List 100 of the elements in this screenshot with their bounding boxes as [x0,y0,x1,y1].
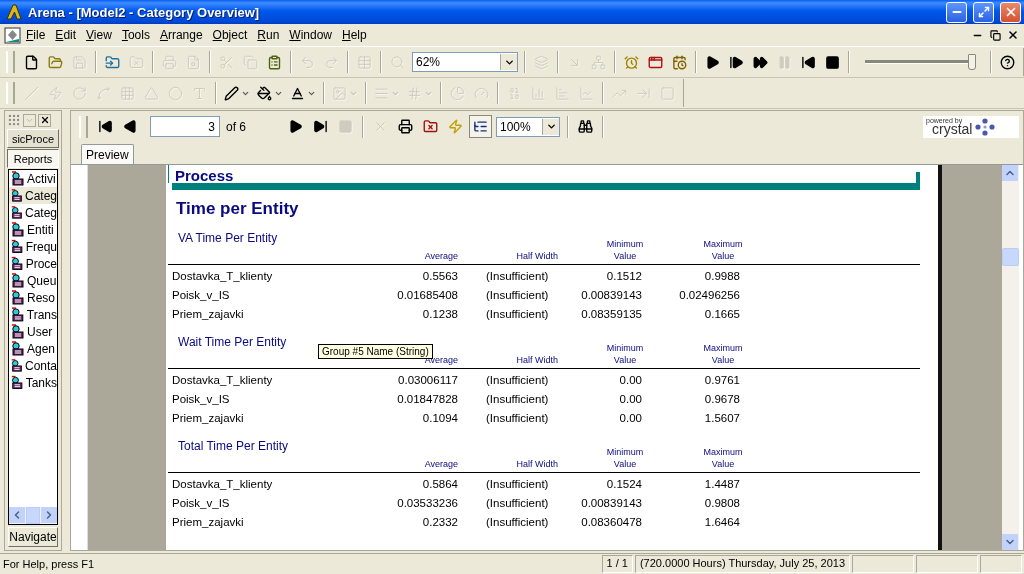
scrollbar[interactable] [9,507,57,524]
zoom-combo[interactable]: 100% [496,116,560,137]
table-cell-text: 1.4487 [703,477,740,490]
menu-item[interactable]: Window [284,26,337,44]
report-item[interactable]: User [9,323,57,340]
scroll-left-button[interactable] [9,507,25,523]
app-logo-icon [6,4,22,20]
status-pane: 1 / 1 [601,555,633,573]
scroll-down-button[interactable] [1002,534,1018,550]
table-cell-text: (Insufficient) [485,496,550,509]
table-cell-text: 0.08359135 [580,307,642,320]
table-cell-text: 0.00 [618,411,642,424]
section-title: VA Time Per Entity [177,231,279,245]
table-cell-text: 0.02496256 [678,288,740,301]
scroll-right-button[interactable] [41,507,57,523]
menu-item[interactable]: Object [207,26,253,44]
status-text: For Help, press F1 [2,558,96,570]
table-cell-text: 0.03006117 [397,373,458,386]
zoom-combo[interactable]: 62% [412,52,518,72]
column-header: Half Width [515,353,558,366]
table-cell-text: 1.5607 [703,411,740,424]
menu-item[interactable]: Tools [116,26,155,44]
menu-item[interactable]: Run [252,26,285,44]
column-header: Half Width [515,249,558,262]
toolbar-grip[interactable] [6,82,15,104]
table-cell-text: 0.00 [618,373,642,386]
menu-item[interactable]: Arrange [154,26,208,44]
status-pane: (720.0000 Hours) Thursday, July 25, 2013 [634,555,850,573]
close-button[interactable] [38,113,51,127]
table-cell-text: Poisk_v_IS [171,496,231,509]
report-item[interactable]: Proce [9,255,57,272]
panel-tab[interactable]: Reports [7,149,59,168]
maximize-button[interactable] [973,1,994,23]
table-cell-text: 0.1238 [421,307,458,320]
column-header: Minimum Value [605,445,645,470]
section-title: Wait Time Per Entity [177,335,288,349]
column-header: Minimum Value [605,237,645,262]
table-cell-text: 0.03533236 [396,496,458,509]
report-item[interactable]: Categ [9,204,57,221]
restore-icon [989,29,1001,41]
table-cell-text: 0.00 [618,392,642,405]
report-item[interactable]: Reso [9,289,57,306]
table-cell-text: (Insufficient) [485,373,550,386]
table-cell-text: (Insufficient) [485,269,550,282]
menu-item[interactable]: File [21,26,51,44]
panel-tab[interactable]: sicProce [7,129,59,148]
column-header: Minimum Value [605,341,645,366]
toolbar-grip[interactable] [6,51,15,73]
table-cell-text: 0.00839143 [580,496,642,509]
report-item[interactable]: Tanks [9,374,57,391]
report-item[interactable]: Frequ [9,238,57,255]
table-cell-text: (Insufficient) [485,477,550,490]
tooltip: Group #5 Name (String) [318,344,433,359]
report-item[interactable]: Activi [9,170,57,187]
grip-icon [7,113,21,127]
scroll-thumb[interactable] [1002,248,1019,266]
speed-slider[interactable] [862,53,978,71]
toolbar-grip[interactable] [79,115,88,138]
table-cell-text: (Insufficient) [485,411,550,424]
table-cell-text: 0.9678 [703,392,740,405]
report-item[interactable]: Agen [9,340,57,357]
report-item[interactable]: Conta [9,357,57,374]
table-cell-text: Poisk_v_IS [171,288,231,301]
report-item[interactable]: Entiti [9,221,57,238]
minimize-button[interactable] [946,1,967,23]
navigate-button[interactable]: Navigate [8,527,58,547]
banner-title: Process [175,168,234,183]
report-item[interactable]: Categ [9,187,57,204]
table-cell-text: (Insufficient) [485,288,550,301]
table-cell-text: Dostavka_T_klienty [171,269,274,282]
scrollbar[interactable] [1002,165,1019,550]
table-cell-text: (Insufficient) [485,515,550,528]
preview-tab[interactable]: Preview [81,144,134,164]
menu-item[interactable]: Help [337,26,372,44]
slider-thumb[interactable] [967,54,976,70]
table-cell-text: 0.1524 [605,477,642,490]
table-cell-text: 0.5864 [421,477,458,490]
close-icon [39,115,50,125]
table-cell-text: 0.9761 [703,373,740,386]
table-cell-text: (Insufficient) [485,392,550,405]
scroll-up-button[interactable] [1002,165,1018,181]
column-header: Average [423,457,458,470]
table-cell-text: 0.01685408 [396,288,458,301]
column-header: Maximum Value [702,237,744,262]
report-item[interactable]: Trans [9,306,57,323]
table-cell-text: 0.00839143 [580,288,642,301]
maximize-icon [977,6,990,18]
table-cell-text: Poisk_v_IS [171,392,231,405]
table-cell-text: 0.01847828 [396,392,458,405]
window-title: Arena - [Model2 - Category Overview] [28,4,261,20]
menu-item[interactable]: View [81,26,117,44]
page-number-field[interactable]: 3 [150,116,220,137]
report-item[interactable]: Queu [9,272,57,289]
scroll-thumb[interactable] [26,507,40,524]
section-title: Total Time Per Entity [177,439,290,453]
document-icon[interactable] [4,26,21,44]
report-title: Time per Entity [176,199,300,219]
menu-item[interactable]: Edit [50,26,82,44]
column-header: Average [423,249,458,262]
close-icon [1007,29,1019,41]
